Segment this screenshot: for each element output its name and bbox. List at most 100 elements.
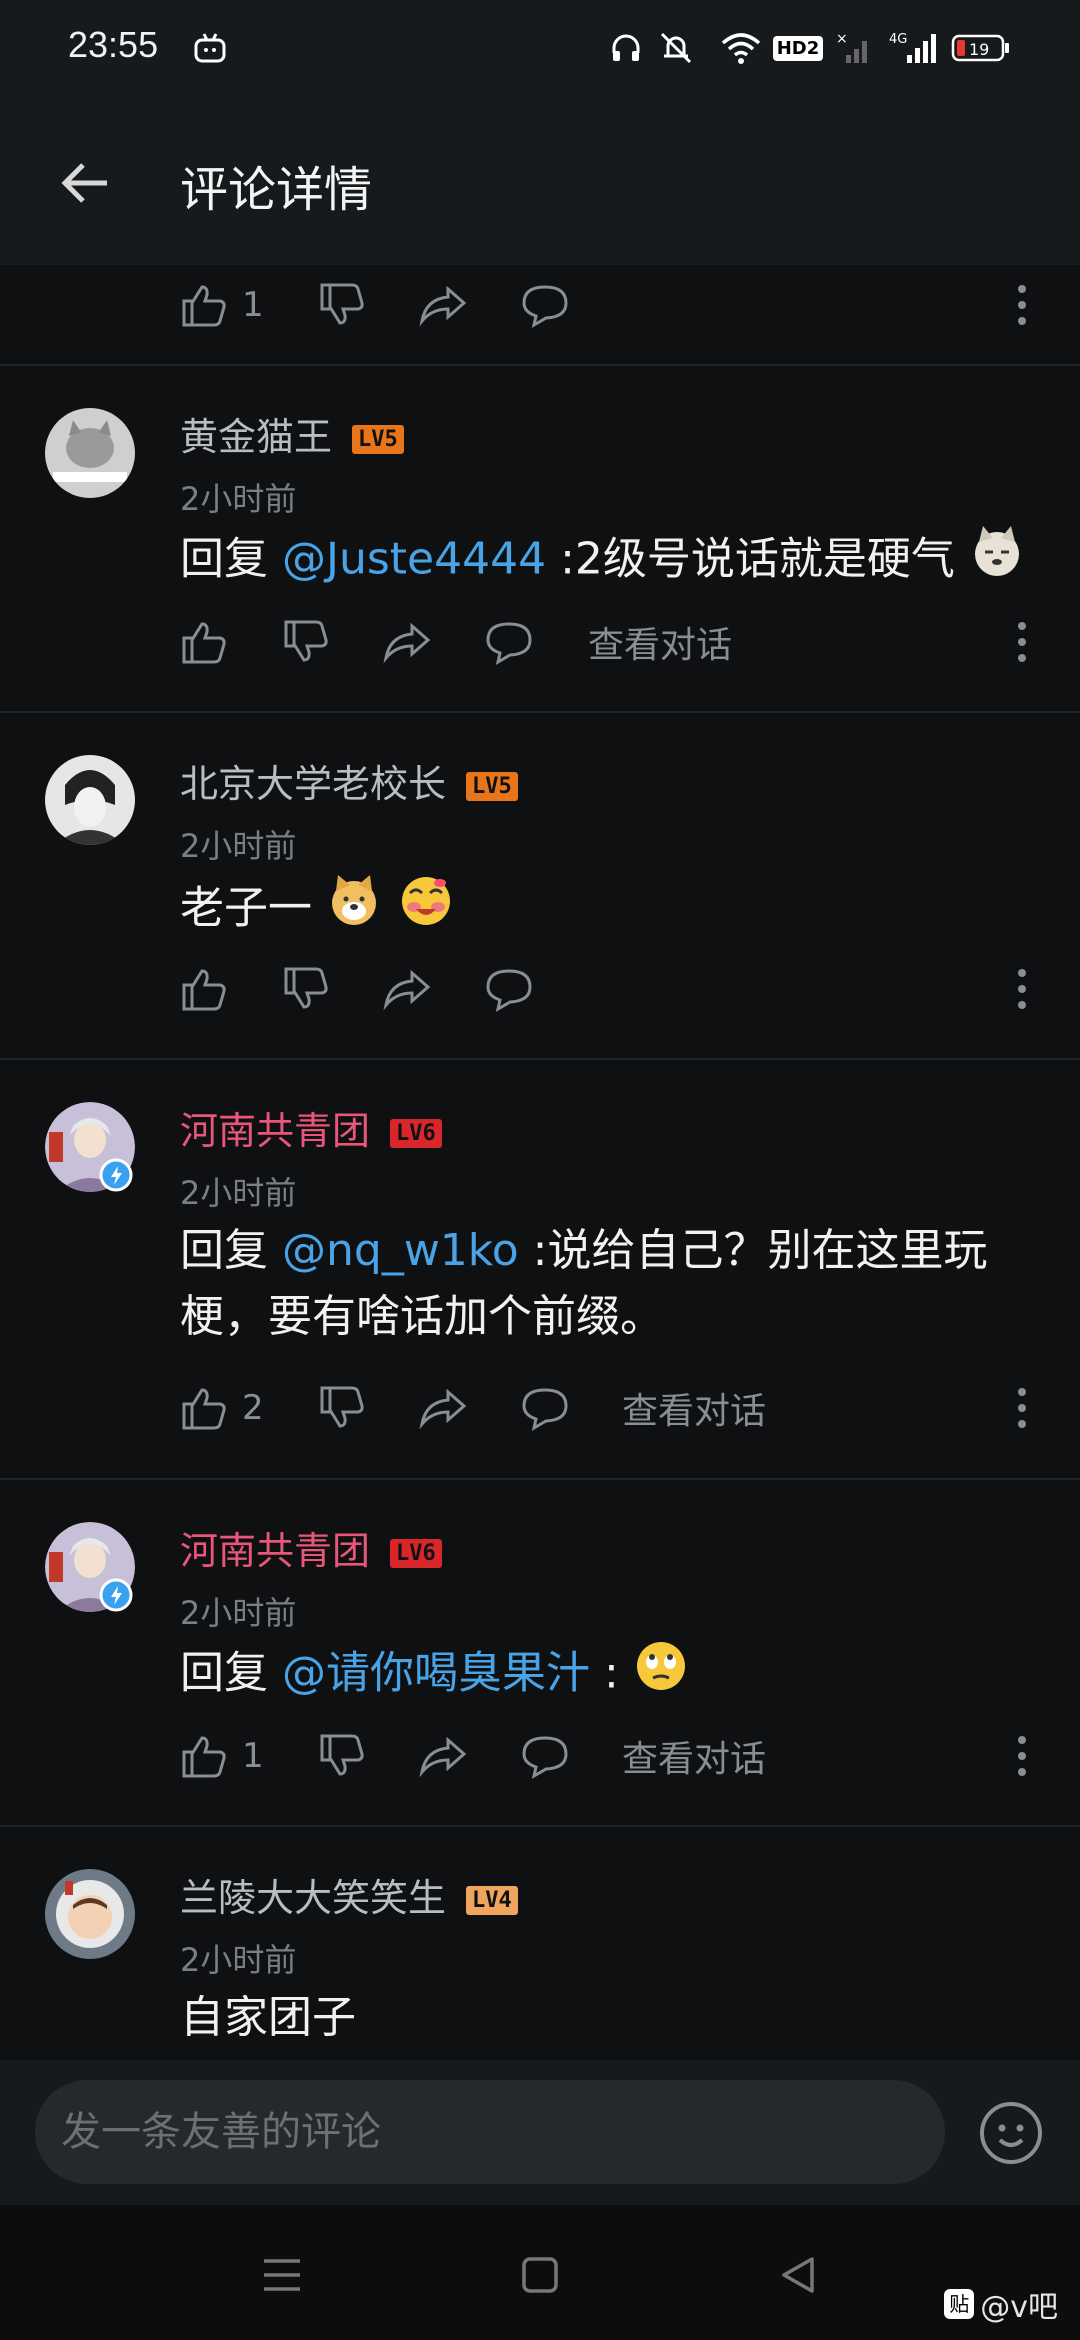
- thumb-down-icon: [320, 1734, 364, 1776]
- thumb-up-icon: [182, 1736, 226, 1778]
- avatar[interactable]: [45, 1869, 135, 1959]
- reply-button[interactable]: [520, 1368, 570, 1448]
- square-home-icon: [522, 2257, 558, 2293]
- share-button[interactable]: [418, 1716, 468, 1796]
- share-icon: [419, 285, 467, 327]
- like-button[interactable]: 1: [180, 265, 264, 345]
- level-badge: LV4: [466, 1886, 518, 1915]
- comment-item: 河南共青团 LV6 2小时前 回复 @请你喝臭果汁 : 1 查看对话: [0, 1480, 1080, 1825]
- emoji-button[interactable]: [978, 2100, 1044, 2166]
- comment-time: 2小时前: [180, 480, 297, 518]
- reply-button[interactable]: [520, 1716, 570, 1796]
- like-button[interactable]: 2: [180, 1368, 264, 1448]
- comment-list[interactable]: 1 黄金猫王LV5 2小时前 回复 @Juste4444 :2级号说话就是硬气: [0, 265, 1080, 2060]
- dislike-button[interactable]: [318, 1368, 366, 1448]
- dislike-button[interactable]: [318, 1716, 366, 1796]
- view-conversation-link[interactable]: 查看对话: [588, 602, 732, 682]
- level-badge: LV6: [390, 1539, 442, 1568]
- level-badge: LV5: [352, 425, 404, 454]
- comment-item: 兰陵大大笑笑生 LV4 2小时前 自家团子: [0, 1827, 1080, 2060]
- svg-text:4G: 4G: [889, 32, 907, 47]
- reply-button[interactable]: [484, 602, 534, 682]
- watermark: 贴 @v吧: [944, 2282, 1058, 2326]
- thumb-up-icon: [182, 1388, 226, 1430]
- share-button[interactable]: [418, 265, 468, 345]
- svg-text:×: ×: [836, 31, 848, 47]
- mention-link[interactable]: @请你喝臭果汁: [282, 1648, 590, 1699]
- doge-emoji-icon: [326, 873, 382, 948]
- verified-badge-icon: [99, 1578, 133, 1616]
- back-button[interactable]: [50, 148, 120, 218]
- username[interactable]: 黄金猫王 LV5: [180, 406, 404, 461]
- mute-bell-icon: [652, 26, 700, 70]
- more-vertical-icon: [1018, 285, 1026, 325]
- system-nav-bar: 贴 @v吧: [0, 2205, 1080, 2340]
- comment-actions: 1 查看对话: [0, 1716, 1080, 1796]
- avatar[interactable]: [45, 1102, 135, 1192]
- smiley-icon: [980, 2102, 1042, 2164]
- username[interactable]: 河南共青团 LV6: [180, 1100, 442, 1155]
- dislike-button[interactable]: [282, 602, 330, 682]
- level-badge: LV6: [390, 1119, 442, 1148]
- menu-icon: [264, 2259, 300, 2291]
- tv-app-icon: [190, 26, 230, 70]
- comment-text: 回复 @nq_w1ko :说给自己？别在这里玩梗，要有啥话加个前缀。: [180, 1225, 988, 1342]
- more-button[interactable]: [1002, 265, 1042, 345]
- battery-icon: 19: [950, 26, 1012, 70]
- comment-actions: 2 查看对话: [0, 1368, 1080, 1448]
- home-nav-button[interactable]: [510, 2245, 570, 2305]
- view-conversation-link[interactable]: 查看对话: [622, 1716, 766, 1796]
- share-icon: [383, 622, 431, 664]
- comment-item: 北京大学老校长 LV5 2小时前 老子一: [0, 713, 1080, 1058]
- comment-bubble-icon: [486, 622, 532, 666]
- more-button[interactable]: [1002, 602, 1042, 682]
- thumb-up-icon: [182, 285, 226, 327]
- username[interactable]: 北京大学老校长 LV5: [180, 753, 518, 808]
- avatar[interactable]: [45, 755, 135, 845]
- comment-bubble-icon: [522, 1736, 568, 1780]
- share-button[interactable]: [382, 602, 432, 682]
- comment-bubble-icon: [486, 969, 532, 1013]
- signal-empty-icon: ×: [832, 26, 876, 70]
- triangle-back-icon: [782, 2257, 814, 2293]
- wifi-icon: [718, 26, 764, 70]
- comment-time: 2小时前: [180, 1594, 297, 1632]
- like-button[interactable]: [180, 949, 228, 1029]
- username[interactable]: 兰陵大大笑笑生 LV4: [180, 1867, 518, 1922]
- share-button[interactable]: [418, 1368, 468, 1448]
- username[interactable]: 河南共青团 LV6: [180, 1520, 442, 1575]
- like-button[interactable]: 1: [180, 1716, 264, 1796]
- level-badge: LV5: [466, 772, 518, 801]
- reply-button[interactable]: [484, 949, 534, 1029]
- share-button[interactable]: [382, 949, 432, 1029]
- more-button[interactable]: [1002, 949, 1042, 1029]
- dog-emoji-icon: [969, 524, 1025, 599]
- back-nav-button[interactable]: [768, 2245, 828, 2305]
- reply-button[interactable]: [520, 265, 570, 345]
- avatar[interactable]: [45, 408, 135, 498]
- mention-link[interactable]: @nq_w1ko: [282, 1225, 519, 1276]
- share-icon: [383, 969, 431, 1011]
- share-icon: [419, 1388, 467, 1430]
- thumb-up-icon: [182, 622, 226, 664]
- more-vertical-icon: [1018, 622, 1026, 662]
- more-button[interactable]: [1002, 1368, 1042, 1448]
- menu-nav-button[interactable]: [252, 2245, 312, 2305]
- hd-icon: HD2: [772, 26, 824, 70]
- avatar[interactable]: [45, 1522, 135, 1612]
- comment-input[interactable]: 发一条友善的评论: [35, 2080, 945, 2184]
- view-conversation-link[interactable]: 查看对话: [622, 1368, 766, 1448]
- mention-link[interactable]: @Juste4444: [282, 534, 546, 585]
- comment-time: 2小时前: [180, 1941, 297, 1979]
- comment-actions: 1: [0, 265, 1080, 345]
- comment-text: 老子一: [180, 871, 1040, 950]
- thumb-down-icon: [284, 620, 328, 662]
- headphone-icon: [606, 26, 646, 70]
- like-button[interactable]: [180, 602, 228, 682]
- comment-item: 黄金猫王 LV5 2小时前 回复 @Juste4444 :2级号说话就是硬气 查看…: [0, 366, 1080, 711]
- more-button[interactable]: [1002, 1716, 1042, 1796]
- dislike-button[interactable]: [282, 949, 330, 1029]
- dislike-button[interactable]: [318, 265, 366, 345]
- thumb-down-icon: [284, 967, 328, 1009]
- thumb-down-icon: [320, 1386, 364, 1428]
